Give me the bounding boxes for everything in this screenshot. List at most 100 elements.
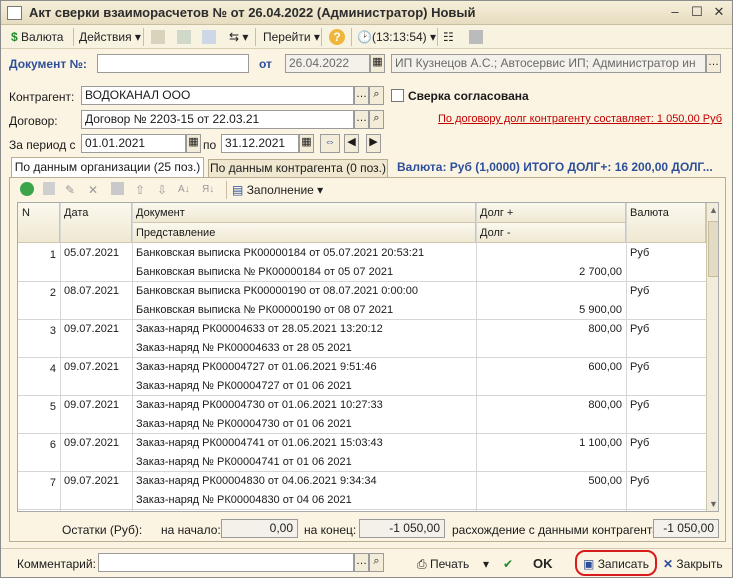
row-debt-plus: 500,00	[588, 475, 622, 487]
period-select-icon[interactable]: ⇔	[320, 134, 340, 153]
row-date: 05.07.2021	[64, 247, 120, 259]
table-row[interactable]: 2 08.07.2021 Банковская выписка РК00000190…	[18, 282, 706, 320]
scroll-down-icon[interactable]: ▼	[708, 499, 718, 509]
row-number: 7	[49, 477, 56, 489]
debt-link[interactable]: По договору долг контрагенту составляет:…	[438, 113, 722, 125]
row-number: 6	[49, 439, 56, 451]
contract-label: Договор:	[9, 114, 58, 128]
organization-input[interactable]: ИП Кузнецов А.С.; Автосервис ИП; Админис…	[391, 54, 706, 73]
move-up-icon[interactable]: ⇧	[135, 180, 145, 200]
save-button[interactable]: ▣ Записать	[583, 554, 649, 574]
print-menu-icon[interactable]: ▾	[483, 554, 489, 574]
currency-button-label: Валюта	[21, 30, 64, 44]
select-button[interactable]: …	[354, 110, 369, 129]
contract-input[interactable]: Договор № 2203-15 от 22.03.21	[81, 110, 354, 129]
row-number: 4	[49, 363, 56, 375]
row-debt-plus: 1 100,00	[579, 437, 622, 449]
tab-organization[interactable]: По данным организации (25 поз.)	[11, 157, 204, 177]
table-row[interactable]: 4 09.07.2021 Заказ-наряд РК00004727 от 01.…	[18, 358, 706, 396]
unpost-icon[interactable]	[177, 30, 191, 44]
col-currency-header[interactable]: Валюта	[626, 203, 706, 243]
scroll-thumb[interactable]	[708, 221, 718, 277]
col-n-header[interactable]: N	[18, 203, 60, 243]
copy-icon[interactable]	[43, 182, 55, 195]
goto-menu[interactable]: Перейти ▾	[263, 27, 320, 47]
table-row[interactable]: 7 09.07.2021 Заказ-наряд РК00004830 от 04.…	[18, 472, 706, 510]
list-icon[interactable]	[469, 30, 483, 44]
row-document: Заказ-наряд РК00004633 от 28.05.2021 13:…	[136, 323, 383, 335]
end-balance-value: -1 050,00	[359, 519, 445, 538]
footer-bar: Комментарий: … ⌕ ⎙ Печать ▾ ✔ OK ▣ Запис…	[1, 548, 732, 578]
table-row[interactable]: 1 05.07.2021 Банковская выписка РК00000184…	[18, 244, 706, 282]
help-icon[interactable]: ?	[329, 29, 345, 45]
ok-button[interactable]: OK	[533, 554, 553, 574]
print-button[interactable]: ⎙ Печать	[417, 554, 469, 574]
date-input[interactable]: 26.04.2022	[285, 54, 370, 73]
tab-counterparty[interactable]: По данным контрагента (0 поз.)	[208, 159, 388, 177]
end-edit-icon[interactable]	[111, 182, 124, 195]
dollar-icon: $	[11, 30, 18, 44]
search-icon[interactable]: ⌕	[369, 86, 384, 105]
row-date: 09.07.2021	[64, 361, 120, 373]
delete-icon[interactable]: ✕	[88, 180, 98, 200]
prev-period-icon[interactable]: ◀	[344, 134, 359, 153]
row-representation: Заказ-наряд № РК00004633 от 28 05 2021	[136, 342, 352, 354]
calendar-icon[interactable]: ▦	[299, 134, 314, 153]
period-from-input[interactable]: 01.01.2021	[81, 134, 186, 153]
agreed-checkbox[interactable]	[391, 89, 404, 102]
close-icon[interactable]: ✕	[709, 3, 729, 21]
sort-desc-icon[interactable]: Я↓	[202, 180, 214, 200]
calendar-icon[interactable]: ▦	[370, 54, 385, 73]
actions-menu[interactable]: Действия ▾	[79, 27, 141, 47]
period-to-input[interactable]: 31.12.2021	[221, 134, 299, 153]
next-period-icon[interactable]: ▶	[366, 134, 381, 153]
row-number: 1	[49, 249, 56, 261]
table-row[interactable]: 5 09.07.2021 Заказ-наряд РК00004730 от 01.…	[18, 396, 706, 434]
toolbar: $ Валюта Действия ▾ ⇆ ▾ Перейти ▾ ? 🕑(13…	[1, 25, 732, 49]
minimize-icon[interactable]: –	[665, 3, 685, 21]
currency-button[interactable]: $ Валюта	[11, 27, 63, 47]
row-number: 5	[49, 401, 56, 413]
actions-label: Действия	[79, 30, 132, 44]
calendar-icon[interactable]: ▦	[186, 134, 201, 153]
period-to-label: по	[203, 138, 217, 152]
table-row[interactable]: 3 09.07.2021 Заказ-наряд РК00004633 от 28.…	[18, 320, 706, 358]
edit-icon[interactable]: ✎	[65, 180, 75, 200]
post-doc-icon[interactable]: ✔	[503, 554, 513, 574]
select-button[interactable]: …	[706, 54, 721, 73]
start-balance-value: 0,00	[221, 519, 298, 538]
close-button[interactable]: ✕ Закрыть	[663, 554, 723, 574]
title-bar: Акт сверки взаиморасчетов № от 26.04.202…	[1, 1, 732, 25]
vertical-scrollbar[interactable]: ▲ ▼	[706, 203, 718, 511]
search-icon[interactable]: ⌕	[369, 553, 384, 572]
tree-icon[interactable]: ☷	[443, 27, 454, 47]
scroll-up-icon[interactable]: ▲	[708, 205, 718, 215]
move-down-icon[interactable]: ⇩	[157, 180, 167, 200]
select-button[interactable]: …	[354, 86, 369, 105]
maximize-icon[interactable]: ☐	[687, 3, 707, 21]
doc-number-input[interactable]	[97, 54, 249, 73]
time-button[interactable]: 🕑(13:13:54) ▾	[357, 27, 436, 47]
fill-menu[interactable]: ▤ Заполнение ▾	[232, 180, 323, 200]
row-representation: Заказ-наряд № РК00004830 от 04 06 2021	[136, 494, 352, 506]
sort-asc-icon[interactable]: A↓	[178, 180, 190, 200]
col-debt-plus-header[interactable]: Долг +	[476, 203, 626, 223]
col-date-header[interactable]: Дата	[60, 203, 132, 243]
col-representation-header[interactable]: Представление	[132, 223, 476, 243]
fill-label: Заполнение	[246, 183, 314, 197]
col-debt-minus-header[interactable]: Долг -	[476, 223, 626, 243]
select-button[interactable]: …	[354, 553, 369, 572]
row-currency: Руб	[630, 475, 650, 487]
col-document-header[interactable]: Документ	[132, 203, 476, 223]
comment-input[interactable]	[98, 553, 354, 572]
difference-value: -1 050,00	[653, 519, 719, 538]
copy-icon[interactable]	[202, 30, 216, 44]
table-row[interactable]: 6 09.07.2021 Заказ-наряд РК00004741 от 01.…	[18, 434, 706, 472]
structure-icon[interactable]: ⇆ ▾	[229, 27, 248, 47]
counterparty-input[interactable]: ВОДОКАНАЛ ООО	[81, 86, 354, 105]
add-icon[interactable]	[20, 182, 34, 196]
date-label: от	[259, 57, 272, 71]
post-icon[interactable]	[151, 30, 165, 44]
row-debt-plus: 800,00	[588, 399, 622, 411]
search-icon[interactable]: ⌕	[369, 110, 384, 129]
